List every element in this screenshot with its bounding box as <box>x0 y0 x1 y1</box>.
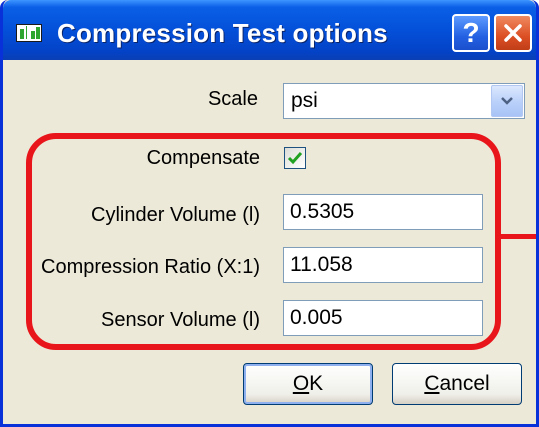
scale-value: psi <box>291 89 318 112</box>
title-bar[interactable]: Compression Test options ? <box>3 0 536 60</box>
compression-ratio-field[interactable]: 11.058 <box>283 247 483 283</box>
scale-select[interactable]: psi <box>283 83 525 119</box>
ok-label-rest: K <box>309 372 324 395</box>
sensor-volume-label: Sensor Volume (l) <box>101 309 260 331</box>
cancel-button[interactable]: Cancel <box>392 363 522 405</box>
cancel-mnemonic: C <box>424 372 440 395</box>
sensor-volume-field[interactable]: 0.005 <box>283 300 483 336</box>
chevron-down-icon <box>501 97 513 105</box>
cylinder-volume-label: Cylinder Volume (l) <box>91 204 260 226</box>
window-title: Compression Test options <box>57 18 388 48</box>
scale-label: Scale <box>207 88 258 110</box>
compensate-checkbox[interactable] <box>284 147 306 169</box>
cancel-label-rest: ancel <box>439 372 490 395</box>
checkmark-icon <box>287 152 303 165</box>
compensate-label: Compensate <box>146 147 260 169</box>
help-button[interactable]: ? <box>452 14 490 52</box>
ok-button[interactable]: OK <box>243 363 373 405</box>
highlight-connector <box>499 234 536 239</box>
compression-ratio-label: Compression Ratio (X:1) <box>41 256 260 278</box>
chart-bars-icon <box>16 24 42 42</box>
dialog-window: Compression Test options ? Scale psi Com… <box>0 0 539 427</box>
scale-dropdown-button[interactable] <box>491 85 523 117</box>
close-button[interactable] <box>494 14 532 52</box>
help-icon: ? <box>462 17 480 48</box>
close-icon <box>504 24 522 42</box>
ok-mnemonic: O <box>292 372 310 395</box>
cylinder-volume-field[interactable]: 0.5305 <box>283 194 483 230</box>
